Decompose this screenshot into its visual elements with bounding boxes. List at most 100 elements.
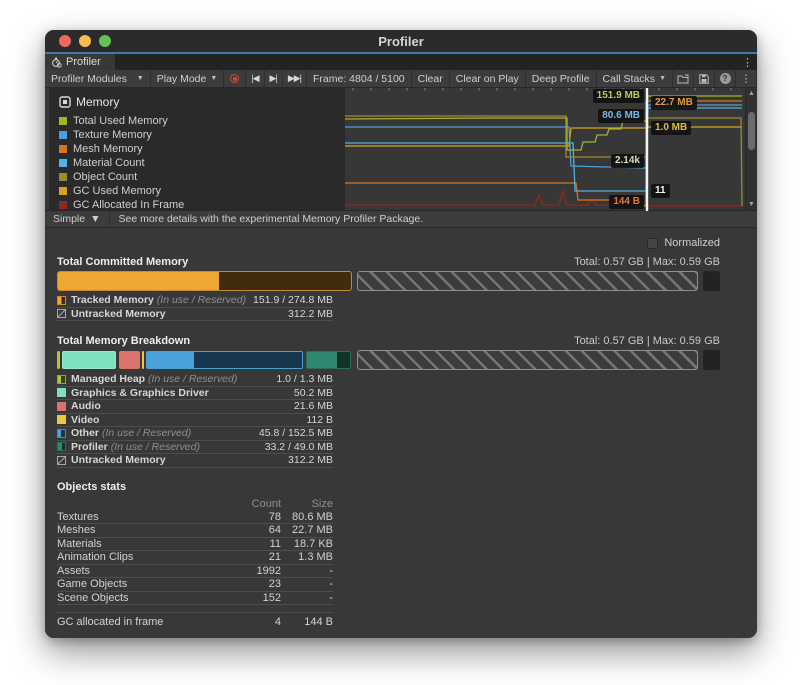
help-button[interactable]: ? [715, 70, 736, 87]
clear-button[interactable]: Clear [412, 70, 450, 87]
series-label: Object Count [73, 171, 137, 183]
legend-row[interactable]: Profiler (In use / Reserved) 33.2 / 49.0… [57, 441, 333, 455]
memory-chart[interactable]: 151.9 MB22.7 MB80.6 MB1.0 MB2.14k11144 B [345, 88, 745, 211]
tab-bar-menu-icon[interactable]: ⋮ [742, 54, 753, 70]
module-legend-item[interactable]: Mesh Memory [59, 142, 335, 156]
section-title: Total Memory Breakdown [57, 335, 190, 347]
size-column-header: Size [281, 498, 333, 510]
row-label: Assets [57, 565, 226, 577]
toolbar: Profiler Modules ▼ Play Mode ▼ |◀ ▶| ▶▶|… [45, 70, 757, 88]
series-label: Texture Memory [73, 129, 152, 141]
memory-breakdown-header: Total Memory Breakdown Total: 0.57 GB | … [57, 331, 720, 347]
details-view-dropdown[interactable]: Simple ▼ [45, 211, 110, 227]
row-count: 152 [226, 592, 281, 604]
gc-allocated-row[interactable]: GC allocated in frame 4 144 B [57, 612, 333, 625]
memory-module-title: Memory [76, 95, 119, 109]
module-legend-item[interactable]: Total Used Memory [59, 114, 335, 128]
profiler-modules-dropdown[interactable]: Profiler Modules ▼ [45, 70, 151, 87]
table-row[interactable]: Meshes 64 22.7 MB [57, 524, 333, 538]
clear-on-play-toggle[interactable]: Clear on Play [450, 70, 526, 87]
profiler-stopwatch-icon [51, 57, 62, 68]
toolbar-menu-button[interactable]: ⋮ [736, 70, 757, 87]
tracked-memory-bar[interactable] [57, 271, 352, 291]
toolbar-right-icons: ? ⋮ [673, 70, 757, 87]
module-legend-item[interactable]: GC Used Memory [59, 184, 335, 198]
chart-scrollbar[interactable]: ▲ ▼ [745, 88, 757, 210]
series-color-swatch [59, 145, 67, 153]
graphics-segment[interactable] [62, 351, 116, 369]
module-legend-item[interactable]: Material Count [59, 156, 335, 170]
memory-breakdown-legend: Managed Heap (In use / Reserved) 1.0 / 1… [57, 373, 333, 468]
play-mode-dropdown[interactable]: Play Mode ▼ [151, 70, 225, 87]
count-column-header: Count [226, 498, 281, 510]
table-row[interactable]: Assets 1992 - [57, 565, 333, 579]
legend-value: 21.6 MB [294, 400, 333, 412]
series-color-swatch [59, 159, 67, 167]
zoom-window-button[interactable] [99, 35, 111, 47]
scroll-down-icon[interactable]: ▼ [746, 201, 757, 208]
previous-frame-icon: |◀ [251, 73, 258, 84]
scroll-up-icon[interactable]: ▲ [746, 90, 757, 97]
next-frame-icon: ▶| [270, 73, 277, 84]
table-row[interactable]: Scene Objects 152 - [57, 592, 333, 606]
module-legend-item[interactable]: Texture Memory [59, 128, 335, 142]
legend-row[interactable]: Untracked Memory 312.2 MB [57, 308, 333, 322]
profiler-segment[interactable] [306, 351, 351, 369]
legend-row[interactable]: Video 112 B [57, 414, 333, 428]
module-legend-item[interactable]: Object Count [59, 170, 335, 184]
untracked-memory-bar[interactable] [357, 350, 698, 370]
legend-label: Untracked Memory [71, 308, 166, 320]
previous-frame-button[interactable]: |◀ [246, 70, 264, 87]
row-size: 80.6 MB [281, 511, 333, 523]
normalized-checkbox[interactable] [647, 238, 658, 249]
record-button[interactable] [224, 70, 246, 87]
kebab-menu-icon: ⋮ [741, 73, 752, 85]
chart-value-label: 22.7 MB [651, 96, 697, 110]
titlebar[interactable]: Profiler [45, 30, 757, 52]
legend-row[interactable]: Audio 21.6 MB [57, 400, 333, 414]
legend-row[interactable]: Untracked Memory 312.2 MB [57, 454, 333, 468]
scrollbar-thumb[interactable] [748, 112, 755, 150]
chart-value-label: 144 B [609, 195, 644, 209]
table-row[interactable]: Game Objects 23 - [57, 578, 333, 592]
video-segment[interactable] [142, 351, 144, 369]
table-row[interactable]: Animation Clips 21 1.3 MB [57, 551, 333, 565]
row-count: 23 [226, 578, 281, 590]
chart-value-label: 151.9 MB [593, 89, 644, 103]
legend-row[interactable]: Graphics & Graphics Driver 50.2 MB [57, 387, 333, 401]
audio-segment[interactable] [119, 351, 140, 369]
module-legend-item[interactable]: GC Allocated In Frame [59, 198, 335, 212]
table-row[interactable]: Materials 11 18.7 KB [57, 538, 333, 552]
series-label: Total Used Memory [73, 115, 168, 127]
save-profile-button[interactable] [694, 70, 715, 87]
call-stacks-label: Call Stacks [603, 73, 656, 85]
load-profile-button[interactable] [673, 70, 694, 87]
row-count: 78 [226, 511, 281, 523]
memory-module-header[interactable]: Memory [59, 95, 335, 109]
current-frame-button[interactable]: ▶▶| [283, 70, 307, 87]
legend-label: Managed Heap [71, 373, 145, 385]
close-window-button[interactable] [59, 35, 71, 47]
section-totals: Total: 0.57 GB | Max: 0.59 GB [574, 256, 720, 268]
next-frame-button[interactable]: ▶| [265, 70, 283, 87]
untracked-memory-bar[interactable] [357, 271, 698, 291]
call-stacks-dropdown[interactable]: Call Stacks ▼ [597, 70, 673, 87]
legend-label: Untracked Memory [71, 454, 166, 466]
minimize-window-button[interactable] [79, 35, 91, 47]
other-segment[interactable] [146, 351, 303, 369]
legend-row[interactable]: Managed Heap (In use / Reserved) 1.0 / 1… [57, 373, 333, 387]
legend-value: 112 B [306, 414, 333, 426]
deep-profile-toggle[interactable]: Deep Profile [526, 70, 597, 87]
managed-heap-segment[interactable] [57, 351, 60, 369]
legend-row[interactable]: Tracked Memory (In use / Reserved) 151.9… [57, 294, 333, 308]
table-row[interactable]: Textures 78 80.6 MB [57, 511, 333, 525]
series-color-swatch [59, 201, 67, 209]
row-size: 144 B [281, 616, 333, 628]
legend-row[interactable]: Other (In use / Reserved) 45.8 / 152.5 M… [57, 427, 333, 441]
tab-profiler[interactable]: Profiler [45, 54, 115, 70]
audio-icon [57, 402, 66, 411]
chevron-down-icon: ▼ [90, 213, 100, 225]
legend-label: Video [71, 414, 99, 426]
legend-value: 151.9 / 274.8 MB [253, 294, 333, 306]
bar-end-cap [703, 271, 720, 291]
